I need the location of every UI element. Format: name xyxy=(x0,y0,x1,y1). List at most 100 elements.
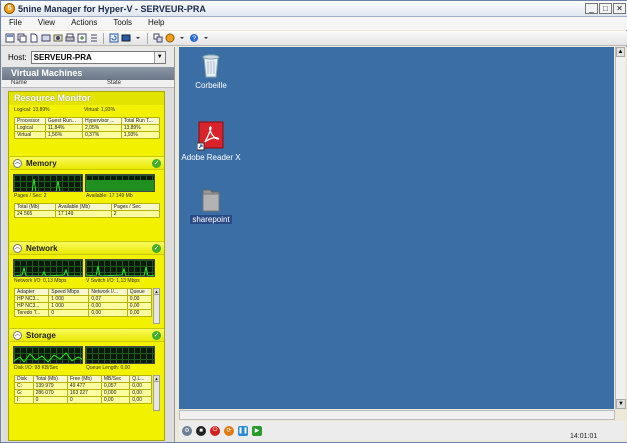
desktop-icon-adobe-reader[interactable]: Adobe Reader X xyxy=(181,121,241,162)
table-cell: 0,00 xyxy=(129,382,152,390)
maximize-button[interactable]: □ xyxy=(599,3,612,14)
table-header[interactable]: Total (Mb) xyxy=(13,203,57,211)
stop-icon[interactable]: ■ xyxy=(196,425,206,436)
table-header[interactable]: MB/Sec xyxy=(100,375,131,383)
console-icon[interactable] xyxy=(120,33,131,44)
table-row[interactable]: 24 565 17 149 2 xyxy=(13,210,161,218)
console-vertical-scrollbar[interactable]: ▲ ▼ xyxy=(615,47,626,409)
table-row[interactable]: Virtual 1,56% 0,37% 1,93% xyxy=(14,131,161,139)
memory-section-header[interactable]: ︿ Memory ✓ xyxy=(10,156,164,170)
menu-actions[interactable]: Actions xyxy=(63,17,105,30)
chevron-down-icon[interactable] xyxy=(200,33,211,44)
table-header[interactable]: Available (Mb) xyxy=(55,203,112,211)
console-horizontal-scrollbar[interactable] xyxy=(179,410,615,420)
table-cell: G: xyxy=(14,389,34,397)
table-header[interactable]: Network I/... xyxy=(88,288,128,296)
desktop-icon-sharepoint[interactable]: sharepoint xyxy=(181,185,241,224)
pause-icon[interactable]: ❚❚ xyxy=(238,425,248,436)
table-cell: 1 000 xyxy=(48,295,90,303)
table-header[interactable]: Processor xyxy=(14,117,46,125)
chevron-down-icon[interactable] xyxy=(176,33,187,44)
chevron-down-icon[interactable]: ▼ xyxy=(616,399,626,409)
status-time: 14:01:01 xyxy=(570,433,598,440)
copy-icon[interactable] xyxy=(16,33,27,44)
network-table-scrollbar[interactable]: ▲ xyxy=(153,288,160,324)
chevron-up-icon[interactable]: ︿ xyxy=(13,330,22,340)
document-icon[interactable] xyxy=(28,33,39,44)
monitor-icon[interactable] xyxy=(164,33,175,44)
network-io-label: Network I/O: 0,13 Mbps xyxy=(14,278,67,284)
chevron-down-icon[interactable]: ▼ xyxy=(153,51,165,63)
table-header[interactable]: Adapter xyxy=(13,288,50,296)
refresh-icon[interactable] xyxy=(108,33,119,44)
menu-view[interactable]: View xyxy=(30,17,63,30)
storage-table-scrollbar[interactable]: ▲ xyxy=(153,375,160,411)
vm-desktop[interactable]: Corbeille Adobe Reader X sharepoint xyxy=(179,47,614,409)
resource-monitor: Resource Monitor Logical: 13,89% Virtual… xyxy=(8,91,165,441)
vm-col-state[interactable]: State xyxy=(107,80,121,86)
settings-icon[interactable]: ⚙ xyxy=(182,425,192,436)
table-cell: 13,89% xyxy=(120,124,161,132)
chevron-up-icon[interactable]: ▲ xyxy=(154,289,159,295)
cpu-virtual-label: Virtual: 1,93% xyxy=(84,107,116,113)
resource-monitor-title: Resource Monitor xyxy=(9,92,164,105)
host-select[interactable]: SERVEUR-PRA ▼ xyxy=(30,50,166,64)
snapshot-icon[interactable] xyxy=(52,33,63,44)
table-row[interactable]: I: 0 0 0,00 0,00 xyxy=(14,396,152,404)
table-header[interactable]: Speed Mbps xyxy=(48,288,90,296)
power-off-icon[interactable]: ⏻ xyxy=(210,425,220,436)
table-row[interactable]: Teredo T... 0 0,00 0,00 xyxy=(13,309,153,317)
chevron-up-icon[interactable]: ▲ xyxy=(616,47,625,57)
vm-col-name[interactable]: Name xyxy=(11,80,27,86)
print-icon[interactable] xyxy=(64,33,75,44)
table-header[interactable]: Hypervisor ... xyxy=(82,117,122,125)
play-icon[interactable]: ▶ xyxy=(252,425,262,436)
table-cell: 0,00 xyxy=(126,309,153,317)
chevron-up-icon[interactable]: ︿ xyxy=(13,243,22,253)
storage-table: Disk Total (Mb) Free (Mb) MB/Sec Q.L... … xyxy=(14,375,152,404)
queue-length-label: Queue Length: 0,00 xyxy=(86,365,131,371)
table-cell: 0,07 xyxy=(88,295,128,303)
network-section-header[interactable]: ︿ Network ✓ xyxy=(10,241,164,255)
table-header[interactable]: Total (Mb) xyxy=(32,375,68,383)
window-title: 5nine Manager for Hyper-V - SERVEUR-PRA xyxy=(18,3,206,14)
minimize-button[interactable]: _ xyxy=(585,3,598,14)
table-cell: Virtual xyxy=(14,131,46,139)
table-row[interactable]: G: 286 070 163 227 0,000 0,00 xyxy=(14,389,152,397)
help-icon[interactable]: ? xyxy=(188,33,199,44)
memory-pages-graph xyxy=(13,174,83,192)
table-cell: 0,00 xyxy=(129,396,152,404)
network-icon[interactable] xyxy=(152,33,163,44)
table-header[interactable]: Free (Mb) xyxy=(66,375,102,383)
chevron-up-icon[interactable]: ︿ xyxy=(13,158,22,168)
menu-help[interactable]: Help xyxy=(140,17,172,30)
export-icon[interactable] xyxy=(76,33,87,44)
menu-bar: File View Actions Tools Help xyxy=(1,17,627,30)
table-row[interactable]: C: 139 979 49 477 0,057 0,00 xyxy=(14,382,152,390)
table-header[interactable]: Q.L... xyxy=(129,375,152,383)
desktop-icon-recycle-bin[interactable]: Corbeille xyxy=(181,53,241,90)
chevron-down-icon[interactable] xyxy=(132,33,143,44)
table-row[interactable]: Logical 11,84% 2,05% 13,89% xyxy=(14,124,161,132)
table-row[interactable]: HP NC3... 1 000 0,07 0,00 xyxy=(13,295,153,303)
new-vm-icon[interactable] xyxy=(4,33,15,44)
table-header[interactable]: Total Run T... xyxy=(120,117,161,125)
table-cell: 0 xyxy=(32,396,68,404)
svg-text:?: ? xyxy=(192,36,196,43)
table-header[interactable]: Queue xyxy=(126,288,153,296)
settings-icon[interactable] xyxy=(40,33,51,44)
memory-available-label: Available: 17 149 Mb xyxy=(86,193,133,199)
chevron-up-icon[interactable]: ▲ xyxy=(154,376,159,382)
menu-file[interactable]: File xyxy=(1,17,30,30)
table-header[interactable]: Pages / Sec xyxy=(110,203,161,211)
table-cell: 0 xyxy=(48,309,90,317)
table-header[interactable]: Disk xyxy=(14,375,34,383)
table-row[interactable]: HP NC3... 1 000 0,00 0,00 xyxy=(13,302,153,310)
list-icon[interactable] xyxy=(88,33,99,44)
vm-control-bar: ⚙ ■ ⏻ ⟳ ❚❚ ▶ xyxy=(179,421,625,440)
reset-icon[interactable]: ⟳ xyxy=(224,425,234,436)
table-header[interactable]: Guest Run... xyxy=(44,117,84,125)
menu-tools[interactable]: Tools xyxy=(105,17,140,30)
storage-section-header[interactable]: ︿ Storage ✓ xyxy=(10,328,164,342)
close-button[interactable]: ✕ xyxy=(613,3,626,14)
